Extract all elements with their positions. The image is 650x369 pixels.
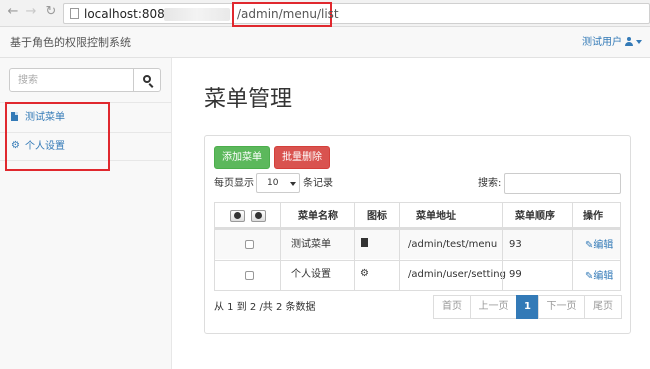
menu-name-cell: 测试菜单: [291, 239, 331, 250]
search-icon: [143, 75, 151, 83]
page-length-value: 10: [267, 178, 279, 188]
menu-name-cell: 个人设置: [291, 269, 331, 280]
menu-table: 菜单名称 图标 菜单地址 菜单顺序 操作 测试菜单 /admin/test/me…: [214, 202, 621, 291]
arrow-right-icon[interactable]: →: [24, 5, 38, 19]
menu-order-cell: 99: [509, 269, 522, 280]
caret-down-icon: [636, 40, 642, 44]
browser-toolbar: ← → ↻ localhost:808C /admin/menu/list: [0, 0, 650, 27]
table-row[interactable]: 测试菜单 /admin/test/menu 93 ✎编辑: [215, 229, 620, 259]
close-circle-icon: [255, 212, 262, 219]
menu-order-cell: 93: [509, 239, 522, 250]
table-search-input[interactable]: [504, 173, 621, 194]
column-divider: [280, 203, 281, 290]
menu-url-cell: /admin/test/menu: [408, 239, 498, 250]
edit-link[interactable]: ✎编辑: [585, 239, 613, 252]
pagination-first[interactable]: 首页: [433, 295, 471, 319]
pagination-last[interactable]: 尾页: [584, 295, 622, 319]
page-length-suffix: 条记录: [303, 178, 333, 189]
column-divider: [399, 203, 400, 290]
user-name: 测试用户: [582, 37, 622, 48]
page-title: 菜单管理: [204, 87, 293, 112]
page-icon: [70, 8, 79, 19]
arrow-left-icon[interactable]: ←: [6, 5, 20, 19]
user-menu[interactable]: 测试用户: [582, 36, 642, 49]
select-all-button[interactable]: [230, 210, 245, 222]
table-header: 菜单名称 图标 菜单地址 菜单顺序 操作: [215, 203, 620, 229]
page-length-select[interactable]: 10: [256, 173, 300, 193]
sidebar-highlight: [5, 102, 110, 171]
sidebar-search-input[interactable]: [9, 68, 134, 92]
column-divider: [572, 203, 573, 290]
table-info: 从 1 到 2 /共 2 条数据: [214, 302, 316, 313]
address-bar[interactable]: localhost:808C /admin/menu/list: [63, 2, 650, 27]
app-brand[interactable]: 基于角色的权限控制系统: [10, 36, 131, 49]
user-icon: [625, 37, 633, 46]
sidebar-search: [9, 68, 161, 92]
row-checkbox[interactable]: [245, 240, 254, 249]
menu-url-cell: /admin/user/setting: [408, 269, 506, 280]
url-path: /admin/menu/list: [237, 7, 339, 21]
row-checkbox[interactable]: [245, 271, 254, 280]
file-icon: [361, 238, 368, 247]
column-header-name[interactable]: 菜单名称: [298, 210, 338, 223]
pagination: 首页 上一页 1 下一页 尾页: [433, 295, 622, 319]
url-path-highlight: /admin/menu/list: [232, 2, 339, 27]
menu-panel: 添加菜单 批量删除 每页显示 10 条记录 搜索: 菜单名称 图标 菜单地址 菜…: [204, 135, 631, 334]
pagination-page-1[interactable]: 1: [516, 295, 539, 319]
table-search-label: 搜索:: [478, 178, 502, 189]
chevron-down-icon: [290, 182, 296, 186]
column-divider: [354, 203, 355, 290]
url-host: localhost:808C: [84, 7, 174, 21]
pagination-prev[interactable]: 上一页: [470, 295, 517, 319]
column-header-order[interactable]: 菜单顺序: [515, 210, 555, 223]
add-menu-button[interactable]: 添加菜单: [214, 146, 270, 169]
page-length-label: 每页显示: [214, 178, 254, 189]
edit-link-label: 编辑: [593, 240, 614, 251]
pagination-next[interactable]: 下一页: [538, 295, 585, 319]
redacted-url-segment: [164, 8, 230, 21]
column-header-action: 操作: [583, 211, 603, 222]
table-row[interactable]: 个人设置 ⚙ /admin/user/setting 99 ✎编辑: [215, 260, 620, 290]
search-button[interactable]: [133, 68, 161, 92]
deselect-all-button[interactable]: [251, 210, 266, 222]
column-header-icon[interactable]: 图标: [367, 210, 387, 223]
reload-icon[interactable]: ↻: [44, 5, 58, 19]
top-navbar: 基于角色的权限控制系统 测试用户: [0, 27, 650, 58]
search-icon-handle: [148, 83, 154, 88]
check-circle-icon: [234, 212, 241, 219]
column-divider: [502, 203, 503, 290]
column-header-url[interactable]: 菜单地址: [416, 210, 456, 223]
edit-link-label: 编辑: [593, 271, 614, 282]
gear-icon: ⚙: [360, 268, 369, 279]
bulk-delete-button[interactable]: 批量删除: [274, 146, 330, 169]
edit-link[interactable]: ✎编辑: [585, 270, 613, 283]
